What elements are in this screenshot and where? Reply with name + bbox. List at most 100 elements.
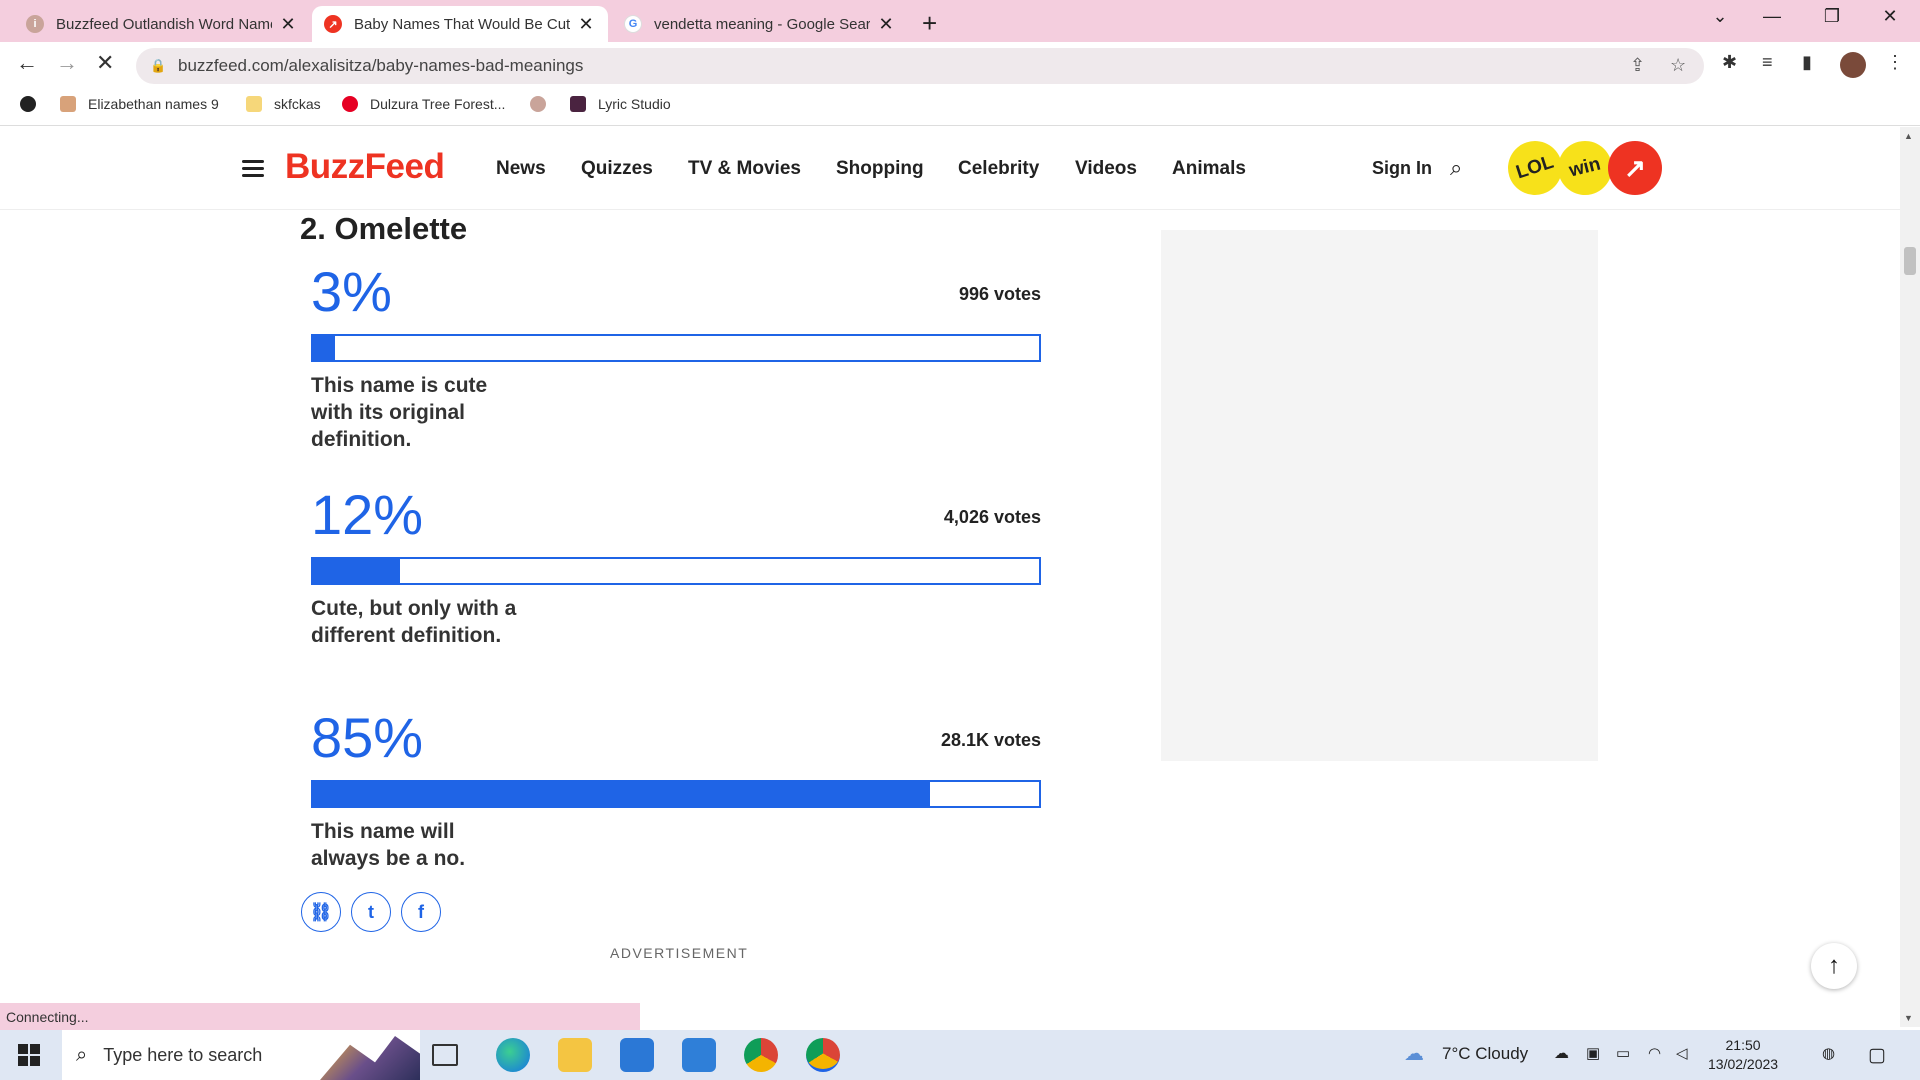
sign-in-link[interactable]: Sign In <box>1372 158 1432 179</box>
scrollbar-thumb[interactable] <box>1904 247 1916 275</box>
bookmark-elizabethan-names[interactable]: Elizabethan names 9 <box>60 96 219 112</box>
bookmark-lyric-studio[interactable]: Lyric Studio <box>570 96 671 112</box>
site-favicon-icon <box>530 96 546 112</box>
bookmark-dulzura[interactable]: Dulzura Tree Forest... <box>342 96 505 112</box>
forward-arrow-icon[interactable]: → <box>56 50 78 76</box>
share-icon[interactable]: ⇪ <box>1630 55 1645 76</box>
browser-tab-bar: i Buzzfeed Outlandish Word Name ✕ ↗ Baby… <box>0 0 1920 42</box>
back-arrow-icon[interactable]: ← <box>16 50 38 76</box>
clock-time: 21:50 <box>1725 1037 1761 1053</box>
nav-tv-movies[interactable]: TV & Movies <box>688 158 801 180</box>
close-tab-icon[interactable]: ✕ <box>278 14 298 35</box>
buzzfeed-logo[interactable]: BuzzFeed <box>285 147 445 187</box>
sidebar-ad-placeholder <box>1161 230 1598 761</box>
tab-baby-names[interactable]: ↗ Baby Names That Would Be Cute ✕ <box>312 6 608 42</box>
tab-google-search[interactable]: G vendetta meaning - Google Sear ✕ <box>612 6 908 42</box>
scroll-up-arrow-icon[interactable]: ▲ <box>1904 131 1913 141</box>
chrome-profile-icon[interactable] <box>806 1038 840 1072</box>
bookmarks-bar: Elizabethan names 9 skfckas Dulzura Tree… <box>0 86 1920 126</box>
profile-avatar[interactable] <box>1840 52 1866 78</box>
restore-icon[interactable]: ❐ <box>1812 6 1852 27</box>
onedrive-icon[interactable]: ☁ <box>1554 1044 1569 1062</box>
poll-item-title: 2. Omelette <box>300 211 468 246</box>
poll-option[interactable]: 85% 28.1K votes This name will always be… <box>311 706 1041 872</box>
windows-taskbar: ⌕ Type here to search ☁ 7°C Cloudy ☁ ▣ ▭… <box>0 1030 1920 1080</box>
poll-percent: 3% <box>311 260 392 323</box>
poll-votes: 996 votes <box>958 284 1041 304</box>
clock-date: 13/02/2023 <box>1708 1056 1779 1072</box>
system-clock[interactable]: 21:50 13/02/2023 <box>1708 1036 1778 1074</box>
browser-toolbar: ← → ✕ 🔒 buzzfeed.com/alexalisitza/baby-n… <box>0 42 1920 86</box>
volume-icon[interactable]: ◁ <box>1676 1044 1688 1062</box>
search-highlight-art <box>320 1036 420 1080</box>
taskbar-search-box[interactable]: ⌕ Type here to search <box>62 1030 420 1080</box>
scroll-down-arrow-icon[interactable]: ▼ <box>1904 1013 1913 1023</box>
lock-icon[interactable]: 🔒 <box>150 58 166 74</box>
poll-progress-bar <box>311 780 1041 808</box>
nav-quizzes[interactable]: Quizzes <box>581 158 653 180</box>
address-bar[interactable]: 🔒 buzzfeed.com/alexalisitza/baby-names-b… <box>136 48 1704 84</box>
edge-browser-icon[interactable] <box>496 1038 530 1072</box>
buzzfeed-trending-icon: ↗ <box>324 15 342 33</box>
taskbar-search-placeholder: Type here to search <box>103 1044 263 1065</box>
media-queue-icon[interactable]: ≡ <box>1762 52 1773 73</box>
weather-text[interactable]: 7°C Cloudy <box>1442 1044 1528 1064</box>
page-scrollbar[interactable]: ▲ ▼ <box>1900 127 1920 1027</box>
browser-status-bar: Connecting... <box>0 1003 640 1031</box>
close-window-icon[interactable]: ✕ <box>1870 6 1910 27</box>
notification-badge-icon[interactable]: ◍ <box>1822 1044 1835 1062</box>
mail-icon[interactable] <box>682 1038 716 1072</box>
facebook-share-icon[interactable]: f <box>401 892 441 932</box>
extensions-puzzle-icon[interactable]: ✱ <box>1722 52 1737 73</box>
close-tab-icon[interactable]: ✕ <box>876 14 896 35</box>
poll-progress-fill <box>313 336 335 360</box>
action-center-icon[interactable]: ▢ <box>1868 1044 1886 1067</box>
meet-now-icon[interactable]: ▣ <box>1586 1044 1600 1062</box>
close-tab-icon[interactable]: ✕ <box>576 14 596 35</box>
poll-percent: 12% <box>311 483 424 546</box>
lyric-studio-icon <box>570 96 586 112</box>
new-tab-button[interactable]: + <box>922 8 937 39</box>
bookmark-star-icon[interactable]: ☆ <box>1670 55 1686 76</box>
trending-badge-icon[interactable]: ↗ <box>1608 141 1662 195</box>
poll-progress-fill <box>313 782 931 806</box>
globe-bookmark-icon[interactable] <box>20 96 48 112</box>
stop-loading-icon[interactable]: ✕ <box>96 50 114 76</box>
windows-start-icon[interactable] <box>18 1044 40 1066</box>
task-view-icon[interactable] <box>432 1044 458 1066</box>
side-panel-icon[interactable]: ▮ <box>1802 52 1812 73</box>
browser-menu-icon[interactable]: ⋮ <box>1886 52 1904 73</box>
poll-progress-bar <box>311 557 1041 585</box>
google-icon: G <box>624 15 642 33</box>
tab-title: Baby Names That Would Be Cute <box>354 15 570 33</box>
url-text[interactable]: buzzfeed.com/alexalisitza/baby-names-bad… <box>178 56 583 76</box>
nav-videos[interactable]: Videos <box>1075 158 1137 180</box>
wifi-icon[interactable]: ◠ <box>1648 1044 1661 1062</box>
minimize-icon[interactable]: — <box>1752 6 1792 27</box>
weather-cloud-icon[interactable]: ☁ <box>1404 1041 1424 1066</box>
twitter-share-icon[interactable]: t <box>351 892 391 932</box>
file-explorer-icon[interactable] <box>558 1038 592 1072</box>
search-icon[interactable]: ⌕ <box>1450 155 1462 181</box>
nav-shopping[interactable]: Shopping <box>836 158 924 180</box>
tab-search-chevron-icon[interactable]: ⌄ <box>1700 6 1740 27</box>
site-favicon-icon: i <box>26 15 44 33</box>
bookmark-site-icon[interactable] <box>530 96 558 112</box>
poll-progress-fill <box>313 559 401 583</box>
tab-buzzfeed-outlandish[interactable]: i Buzzfeed Outlandish Word Name ✕ <box>14 6 310 42</box>
nav-news[interactable]: News <box>496 158 546 180</box>
tab-title: vendetta meaning - Google Sear <box>654 15 870 33</box>
poll-votes: 28.1K votes <box>940 730 1041 750</box>
poll-option[interactable]: 3% 996 votes This name is cute with its … <box>311 260 1041 453</box>
menu-hamburger-icon[interactable] <box>242 160 264 181</box>
nav-animals[interactable]: Animals <box>1172 158 1246 180</box>
nav-celebrity[interactable]: Celebrity <box>958 158 1039 180</box>
battery-icon[interactable]: ▭ <box>1616 1044 1630 1062</box>
bookmark-skfckas[interactable]: skfckas <box>246 96 321 112</box>
chrome-icon[interactable] <box>744 1038 778 1072</box>
microsoft-store-icon[interactable] <box>620 1038 654 1072</box>
scroll-to-top-arrow-icon[interactable]: ↑ <box>1811 943 1857 989</box>
folder-icon <box>246 96 262 112</box>
poll-option[interactable]: 12% 4,026 votes Cute, but only with a di… <box>311 483 1041 649</box>
copy-link-icon[interactable]: ⛓ <box>301 892 341 932</box>
